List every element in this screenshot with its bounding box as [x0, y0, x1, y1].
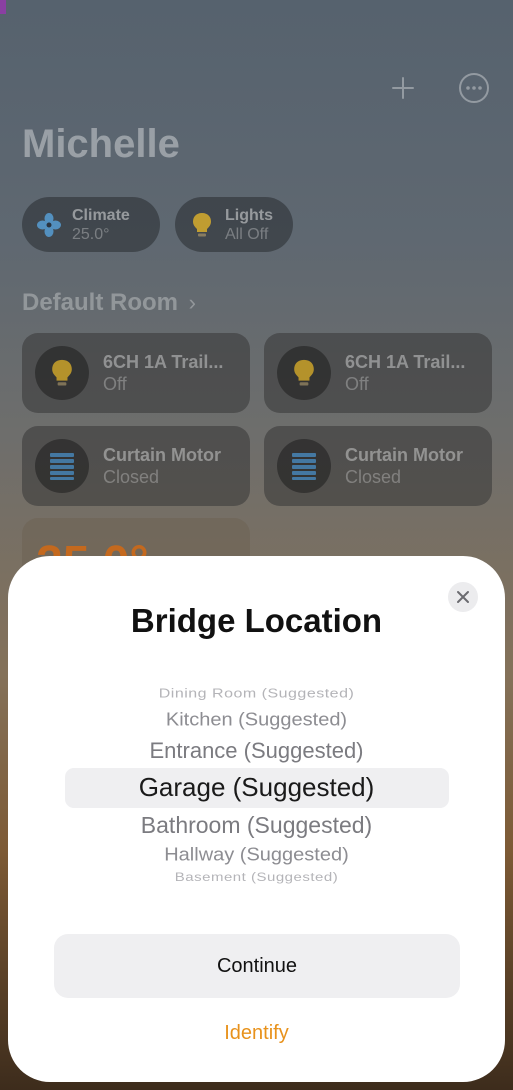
picker-option[interactable]: Kitchen (Suggested) — [8, 710, 505, 731]
picker-option[interactable]: Basement (Suggested) — [8, 871, 505, 885]
room-header[interactable]: Default Room › — [22, 289, 196, 317]
fan-icon — [34, 210, 64, 240]
accessory-name: 6CH 1A Trail... — [345, 352, 466, 372]
accessory-status: Closed — [103, 467, 160, 487]
home-title: Michelle — [22, 122, 180, 166]
lightbulb-icon — [35, 346, 89, 400]
accessory-name: Curtain Motor — [103, 445, 221, 465]
accessory-name: 6CH 1A Trail... — [103, 352, 224, 372]
picker-option[interactable]: Hallway (Suggested) — [8, 845, 505, 866]
ellipsis-circle-icon — [459, 73, 489, 103]
plus-icon — [392, 77, 414, 99]
lightbulb-icon — [277, 346, 331, 400]
picker-option[interactable]: Dining Room (Suggested) — [8, 687, 505, 702]
chevron-right-icon: › — [188, 290, 196, 315]
corner-indicator — [0, 0, 6, 14]
picker-option[interactable]: Bathroom (Suggested) — [8, 812, 505, 839]
accessory-tile-curtain-2[interactable]: Curtain Motor Closed — [264, 426, 492, 506]
lightbulb-icon — [187, 210, 217, 240]
lights-pill[interactable]: Lights All Off — [175, 197, 293, 252]
sheet-title: Bridge Location — [130, 602, 383, 639]
identify-button[interactable]: Identify — [8, 1022, 505, 1045]
picker-option[interactable]: Entrance (Suggested) — [8, 738, 505, 764]
accessory-status: Off — [345, 374, 369, 394]
accessory-tile-curtain-1[interactable]: Curtain Motor Closed — [22, 426, 250, 506]
lights-label: Lights — [225, 206, 273, 224]
more-button[interactable] — [456, 70, 492, 106]
continue-button[interactable]: Continue — [54, 934, 460, 998]
lights-value: All Off — [225, 225, 269, 243]
accessory-name: Curtain Motor — [345, 445, 463, 465]
picker-option-selected[interactable]: Garage (Suggested) — [8, 772, 505, 803]
add-button[interactable] — [385, 70, 421, 106]
accessory-status: Off — [103, 374, 127, 394]
climate-pill[interactable]: Climate 25.0° — [22, 197, 160, 252]
climate-label: Climate — [72, 206, 130, 224]
accessory-tile-light-2[interactable]: 6CH 1A Trail... Off — [264, 333, 492, 413]
climate-value: 25.0° — [72, 225, 110, 243]
room-title: Default Room — [22, 289, 178, 316]
curtain-icon — [277, 439, 331, 493]
bridge-location-sheet: Bridge Location Dining Room (Suggested) … — [8, 556, 505, 1082]
accessory-tile-light-1[interactable]: 6CH 1A Trail... Off — [22, 333, 250, 413]
curtain-icon — [35, 439, 89, 493]
accessory-status: Closed — [345, 467, 402, 487]
